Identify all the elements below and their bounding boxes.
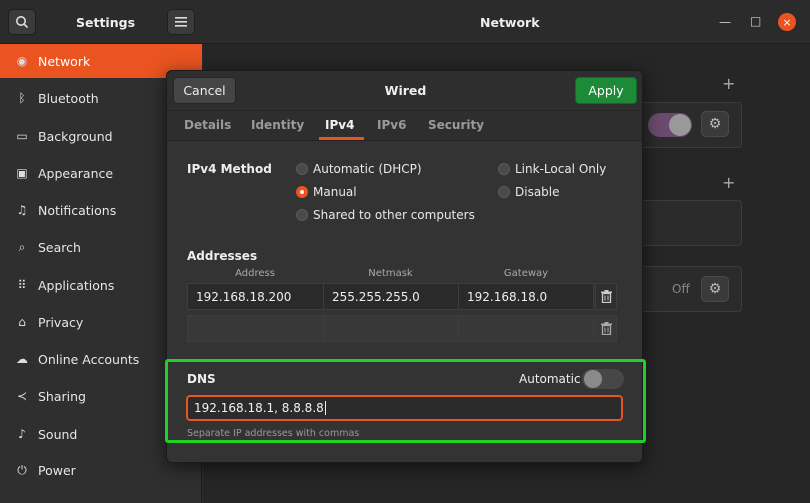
search-icon: ⌕ [18,239,26,254]
wired-toggle-knob [669,114,691,136]
address-field[interactable]: 192.168.18.200 [187,283,324,310]
radio-dot-selected [296,186,308,198]
add-connection-button[interactable]: + [722,74,735,93]
tab-ipv4[interactable]: IPv4 [325,118,354,132]
music-icon: ♪ [18,427,26,441]
netmask-field[interactable] [323,315,459,342]
dialog-header: Cancel Wired Apply [167,71,642,111]
sidebar-item-label: Bluetooth [38,90,99,106]
delete-row-button[interactable] [595,283,617,310]
header-bar: Settings Network — □ × [0,0,810,44]
settings-title: Settings [76,15,136,30]
radio-link-local[interactable]: Link-Local Only [498,162,606,176]
dns-label: DNS [187,372,216,386]
proxy-settings-button[interactable]: ⚙ [701,276,729,302]
trash-icon [600,290,612,303]
addresses-label: Addresses [187,249,258,263]
minimize-button[interactable]: — [719,15,731,29]
gateway-field[interactable] [458,315,594,342]
radio-disable[interactable]: Disable [498,185,560,199]
trash-icon [600,322,612,335]
gear-icon: ⚙ [708,116,722,132]
sidebar-item-label: Sharing [38,388,86,404]
sidebar-item-label: Power [38,462,76,478]
dns-toggle-knob [584,370,602,388]
sidebar-item-label: Privacy [38,314,84,330]
tab-identity[interactable]: Identity [251,118,304,132]
dns-automatic-label: Automatic [519,372,581,386]
radio-dot [498,163,510,175]
delete-row-button[interactable] [595,315,617,342]
maximize-button[interactable]: □ [750,14,761,28]
apply-button[interactable]: Apply [575,77,637,104]
dns-input[interactable]: 192.168.18.1, 8.8.8.8 [186,395,623,421]
network-icon: ◉ [16,54,28,68]
panel-title: Network [480,15,540,30]
radio-dot [498,186,510,198]
share-icon: ≺ [16,389,28,403]
radio-label: Automatic (DHCP) [313,162,422,176]
dns-input-value: 192.168.18.1, 8.8.8.8 [194,401,324,415]
ipv4-method-label: IPv4 Method [187,162,272,176]
column-header-netmask: Netmask [368,268,413,279]
wired-settings-button[interactable]: ⚙ [701,111,729,137]
radio-shared[interactable]: Shared to other computers [296,208,475,222]
search-button[interactable] [8,9,36,35]
dialog-title: Wired [384,83,427,98]
power-icon: ⏻ [17,462,27,477]
sidebar-item-label: Notifications [38,202,117,218]
tab-ipv6[interactable]: IPv6 [377,118,406,132]
radio-label: Shared to other computers [313,208,475,222]
vpn-row [636,200,742,246]
appearance-icon: ▣ [16,166,28,180]
radio-dot [296,209,308,221]
radio-label: Disable [515,185,560,199]
bell-icon: ♫ [16,203,28,217]
sidebar-item-label: Appearance [38,165,114,181]
search-icon [16,16,29,29]
radio-label: Manual [313,185,357,199]
sidebar-item-label: Applications [38,277,115,293]
radio-manual[interactable]: Manual [296,185,357,199]
sidebar-item-label: Background [38,128,113,144]
active-tab-indicator [319,137,364,140]
tab-security[interactable]: Security [428,118,484,132]
text-caret [324,401,326,415]
tab-bar: Details Identity IPv4 IPv6 Security [167,111,642,141]
sidebar-item-label: Search [38,239,81,255]
sidebar-item-label: Network [38,53,91,69]
tab-details[interactable]: Details [184,118,231,132]
dns-helper-text: Separate IP addresses with commas [187,428,360,439]
cloud-icon: ☁ [16,352,28,366]
sidebar-item-label: Sound [38,426,78,442]
menu-button[interactable] [167,9,195,35]
address-field[interactable] [187,315,324,342]
add-vpn-button[interactable]: + [722,173,735,192]
close-button[interactable]: × [778,13,796,31]
netmask-field[interactable]: 255.255.255.0 [323,283,459,310]
radio-automatic-dhcp[interactable]: Automatic (DHCP) [296,162,422,176]
bluetooth-icon: ᛒ [18,91,26,105]
radio-label: Link-Local Only [515,162,607,176]
column-header-gateway: Gateway [503,268,549,279]
column-header-address: Address [235,268,275,279]
hamburger-icon [175,17,187,27]
gateway-field[interactable]: 192.168.18.0 [458,283,594,310]
radio-dot [296,163,308,175]
gear-icon: ⚙ [708,281,722,297]
sidebar-item-label: Online Accounts [38,351,140,367]
grid-icon: ⠿ [17,278,27,292]
display-icon: ▭ [16,129,28,143]
proxy-status: Off [672,282,690,296]
lock-icon: ⌂ [18,315,26,329]
